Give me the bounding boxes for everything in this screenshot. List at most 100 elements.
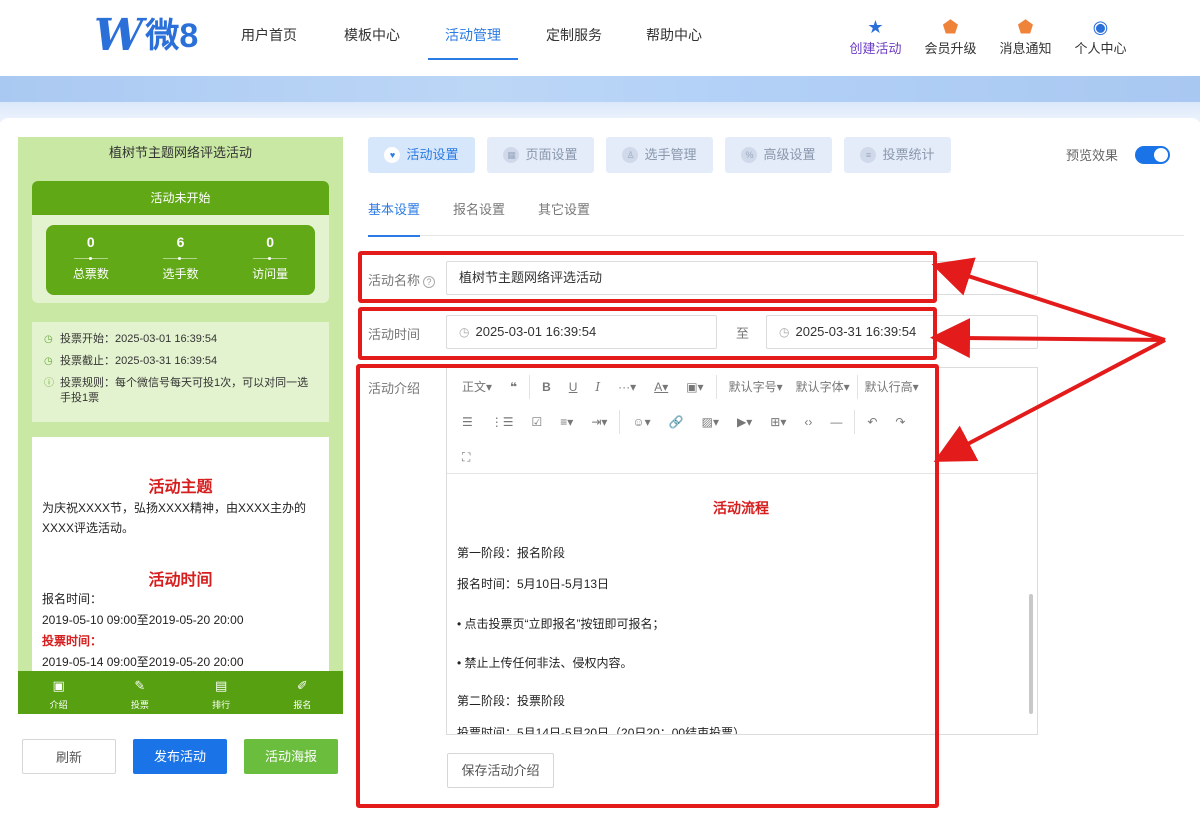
time-heading: 活动时间 bbox=[148, 572, 213, 589]
tab-contestant-management[interactable]: ♙ 选手管理 bbox=[606, 137, 713, 173]
chart-icon: ▤ bbox=[214, 678, 228, 693]
status-card: 活动未开始 0 总票数 6 选手数 0 访问量 bbox=[32, 181, 329, 303]
publish-button[interactable]: 发布活动 bbox=[133, 739, 227, 774]
crown-badge-icon: ⬟ bbox=[942, 17, 959, 37]
tab-activity-settings[interactable]: ♥ 活动设置 bbox=[368, 137, 475, 173]
stat-divider bbox=[73, 257, 108, 260]
tab-signup[interactable]: ✐ 报名 bbox=[262, 671, 343, 714]
settings-tabs: ♥ 活动设置 ▦ 页面设置 ♙ 选手管理 % 高级设置 ≡ 投票统计 bbox=[368, 137, 963, 173]
vote-rule-text: 投票规则：每个微信号每天可投1次，可以对同一选手投1票 bbox=[60, 377, 309, 404]
stat-label: 访问量 bbox=[252, 267, 289, 281]
tab-label: 投票统计 bbox=[882, 147, 935, 162]
tab-vote-statistics[interactable]: ≡ 投票统计 bbox=[844, 137, 951, 173]
nav-templates[interactable]: 模板中心 bbox=[318, 0, 426, 60]
header-tools: ★ 创建活动 ⬟ 会员升级 ⬟ 消息通知 ◉ 个人中心 bbox=[838, 16, 1138, 57]
clock-icon: ◷ bbox=[44, 356, 53, 367]
vote-info-card: ◷ 投票开始：2025-03-01 16:39:54 ◷ 投票截止：2025-0… bbox=[32, 322, 329, 422]
heart-icon: ♥ bbox=[384, 147, 401, 163]
site-logo[interactable]: W 微8 bbox=[94, 14, 198, 58]
signup-label: 报名时间： bbox=[42, 592, 103, 606]
tab-label: 活动设置 bbox=[406, 147, 459, 162]
nav-help-center[interactable]: 帮助中心 bbox=[624, 0, 724, 60]
message-badge-icon: ⬟ bbox=[1017, 17, 1034, 37]
highlight-name-row bbox=[358, 251, 937, 303]
tab-label: 高级设置 bbox=[763, 147, 816, 162]
vote-time: 2019-05-14 09:00至2019-05-20 20:00 bbox=[42, 655, 244, 669]
preview-label: 预览效果 bbox=[1066, 148, 1119, 163]
document-icon: ▣ bbox=[52, 678, 65, 693]
phone-tabbar: ▣ 介绍 ✎ 投票 ▤ 排行 ✐ 报名 bbox=[18, 671, 343, 714]
refresh-button[interactable]: 刷新 bbox=[22, 739, 116, 774]
phone-content-card: 活动主题 为庆祝XXXX节，弘扬XXXX精神，由XXXX主办的XXXX评选活动。… bbox=[32, 437, 329, 677]
user-circle-icon: ◉ bbox=[1092, 17, 1109, 37]
theme-heading: 活动主题 bbox=[148, 479, 213, 496]
tab-label: 选手管理 bbox=[644, 147, 697, 162]
stat-visits: 0 访问量 bbox=[230, 225, 310, 295]
logo-w-mark: W bbox=[94, 10, 143, 61]
vote-rule-row: ⓘ 投票规则：每个微信号每天可投1次，可以对同一选手投1票 bbox=[44, 376, 317, 406]
vote-time-label: 投票时间： bbox=[42, 634, 103, 648]
clock-icon: ◷ bbox=[44, 334, 53, 345]
tab-page-settings[interactable]: ▦ 页面设置 bbox=[487, 137, 594, 173]
member-upgrade-button[interactable]: ⬟ 会员升级 bbox=[913, 16, 988, 57]
create-activity-label: 创建活动 bbox=[849, 41, 902, 56]
tab-ranking-label: 排行 bbox=[212, 700, 231, 710]
personal-center-label: 个人中心 bbox=[1074, 41, 1127, 56]
tab-label: 页面设置 bbox=[525, 147, 578, 162]
sparkle-star-icon: ★ bbox=[867, 17, 884, 37]
tab-intro-label: 介绍 bbox=[49, 700, 68, 710]
poster-button[interactable]: 活动海报 bbox=[244, 739, 338, 774]
vote-icon: ✎ bbox=[134, 678, 146, 693]
tab-vote[interactable]: ✎ 投票 bbox=[99, 671, 180, 714]
preview-toggle[interactable] bbox=[1135, 145, 1171, 164]
nav-activity-management[interactable]: 活动管理 bbox=[428, 0, 518, 60]
stat-value: 6 bbox=[176, 234, 185, 250]
tab-vote-label: 投票 bbox=[130, 700, 149, 710]
message-notify-button[interactable]: ⬟ 消息通知 bbox=[988, 16, 1063, 57]
info-icon: ⓘ bbox=[44, 378, 54, 389]
vote-end-text: 投票截止：2025-03-31 16:39:54 bbox=[60, 355, 218, 367]
time-details: 报名时间： 2019-05-10 09:00至2019-05-20 20:00 … bbox=[42, 589, 327, 673]
preview-toggle-group: 预览效果 bbox=[1066, 145, 1171, 164]
nav-custom-service[interactable]: 定制服务 bbox=[524, 0, 624, 60]
stat-value: 0 bbox=[266, 234, 275, 250]
percent-icon: % bbox=[741, 147, 758, 163]
tab-signup-label: 报名 bbox=[293, 700, 312, 710]
create-activity-button[interactable]: ★ 创建活动 bbox=[838, 16, 913, 57]
stat-total-votes: 0 总票数 bbox=[51, 225, 131, 295]
stats-panel: 0 总票数 6 选手数 0 访问量 bbox=[46, 225, 315, 295]
activity-status: 活动未开始 bbox=[32, 181, 329, 215]
main-nav: 用户首页 模板中心 活动管理 定制服务 帮助中心 bbox=[220, 0, 724, 60]
user-icon: ♙ bbox=[622, 147, 639, 163]
editor-scrollbar[interactable] bbox=[1029, 594, 1033, 714]
stat-label: 总票数 bbox=[72, 267, 109, 281]
personal-center-button[interactable]: ◉ 个人中心 bbox=[1063, 16, 1138, 57]
stat-label: 选手数 bbox=[162, 267, 199, 281]
page-icon: ▦ bbox=[503, 147, 520, 163]
nav-home[interactable]: 用户首页 bbox=[220, 0, 318, 60]
subtab-basic[interactable]: 基本设置 bbox=[368, 196, 421, 237]
logo-text: 微8 bbox=[145, 17, 199, 55]
top-header: W 微8 用户首页 模板中心 活动管理 定制服务 帮助中心 ★ 创建活动 ⬟ 会… bbox=[0, 0, 1200, 76]
stat-value: 0 bbox=[86, 234, 95, 250]
action-buttons: 刷新 发布活动 活动海报 bbox=[22, 739, 338, 774]
tab-ranking[interactable]: ▤ 排行 bbox=[181, 671, 262, 714]
vote-start-row: ◷ 投票开始：2025-03-01 16:39:54 bbox=[44, 332, 317, 347]
highlight-time-row bbox=[358, 307, 937, 360]
tab-advanced-settings[interactable]: % 高级设置 bbox=[725, 137, 832, 173]
message-notify-label: 消息通知 bbox=[999, 41, 1052, 56]
subtab-signup[interactable]: 报名设置 bbox=[453, 196, 505, 236]
stat-contestants: 6 选手数 bbox=[140, 225, 220, 295]
subtab-other[interactable]: 其它设置 bbox=[538, 196, 590, 236]
tab-intro[interactable]: ▣ 介绍 bbox=[18, 671, 99, 714]
stat-divider bbox=[253, 257, 288, 260]
edit-icon: ✐ bbox=[296, 678, 308, 693]
highlight-intro-area bbox=[356, 364, 939, 808]
theme-text: 为庆祝XXXX节，弘扬XXXX精神，由XXXX主办的XXXX评选活动。 bbox=[42, 501, 307, 535]
stat-divider bbox=[163, 257, 198, 260]
sub-tabs: 基本设置 报名设置 其它设置 bbox=[368, 196, 1184, 237]
stats-icon: ≡ bbox=[860, 147, 877, 163]
vote-start-text: 投票开始：2025-03-01 16:39:54 bbox=[60, 333, 218, 345]
header-banner bbox=[0, 76, 1200, 102]
member-upgrade-label: 会员升级 bbox=[924, 41, 977, 56]
